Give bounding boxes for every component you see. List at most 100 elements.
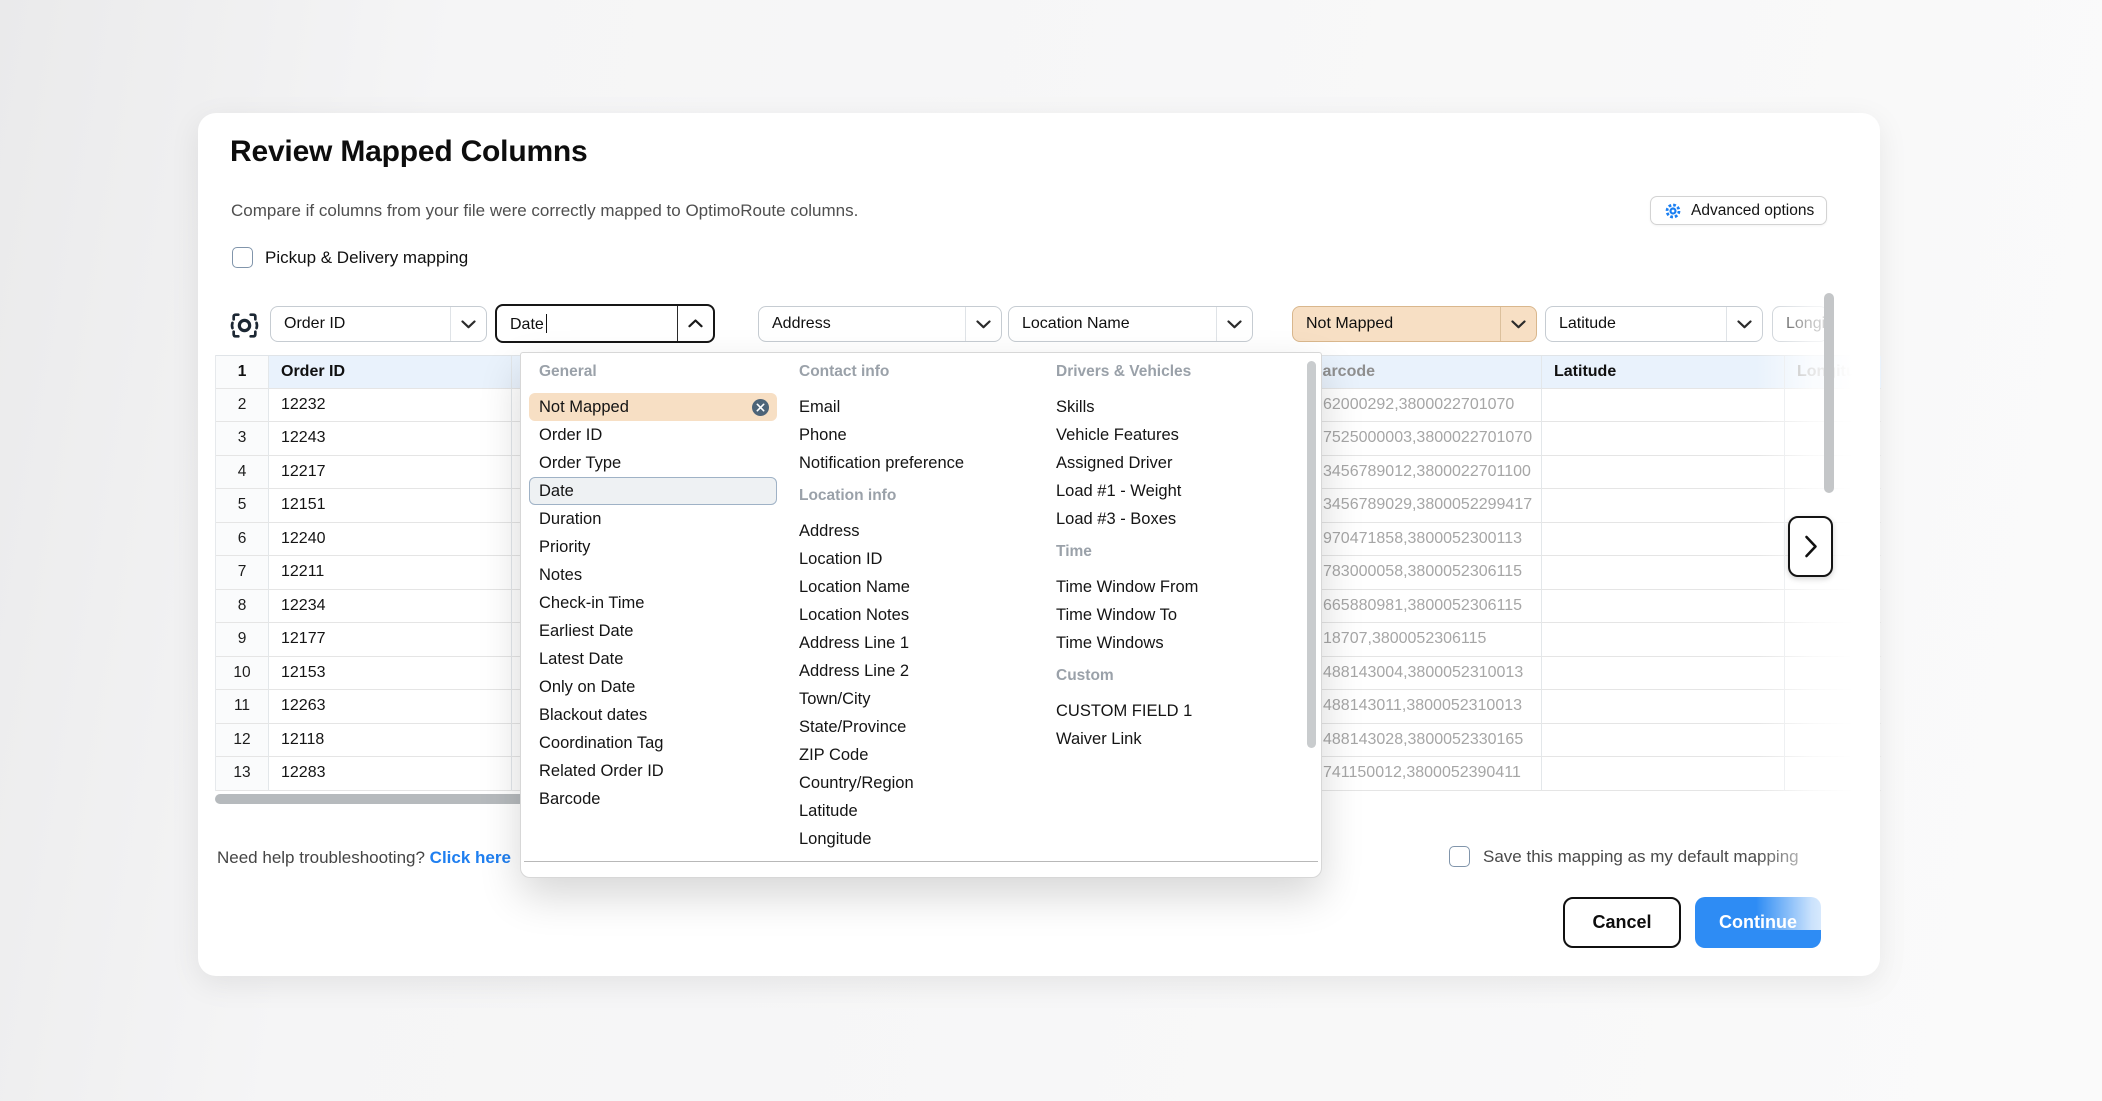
panel-bottom-divider [524,861,1318,862]
latitude-cell [1542,456,1785,490]
panel-option-label: Phone [799,426,847,445]
pickup-delivery-checkbox[interactable] [232,247,253,268]
panel-option-label: CUSTOM FIELD 1 [1056,702,1192,721]
barcode-header-cell: Barcode [1299,356,1542,389]
page-background: Review Mapped Columns Compare if columns… [0,0,2102,1101]
panel-option[interactable]: Address Line 2 [799,657,1045,685]
panel-option[interactable]: Date [529,477,777,505]
panel-option[interactable]: Only on Date [529,673,777,701]
chevron-down-icon [1727,320,1762,329]
panel-option[interactable]: Address [799,517,1045,545]
panel-option[interactable]: Location Notes [799,601,1045,629]
panel-option[interactable]: Location ID [799,545,1045,573]
panel-group-drivers: Drivers & Vehicles Skills Vehicle Featur… [1056,359,1311,533]
table-vertical-scrollbar-thumb[interactable] [1824,293,1834,493]
panel-option[interactable]: Time Windows [1056,629,1311,657]
panel-option[interactable]: Time Window To [1056,601,1311,629]
panel-group-header: Contact info [799,359,1045,385]
panel-group-general: General Not Mapped Order ID [529,359,777,813]
panel-option[interactable]: State/Province [799,713,1045,741]
panel-option[interactable]: Load #3 - Boxes [1056,505,1311,533]
column-select-order-id[interactable]: Order ID [270,306,487,342]
panel-option-label: Priority [539,538,590,557]
panel-option[interactable]: Waiver Link [1056,725,1311,753]
chevron-down-icon [1501,320,1536,329]
next-columns-button[interactable] [1788,516,1833,577]
panel-option[interactable]: Order ID [529,421,777,449]
panel-group-location: Location info Address Location ID Locati… [799,483,1045,853]
order-id-cell: 12240 [269,523,512,557]
panel-option-label: Blackout dates [539,706,647,725]
panel-option[interactable]: Order Type [529,449,777,477]
column-select-address[interactable]: Address [758,306,1002,342]
panel-option[interactable]: Barcode [529,785,777,813]
panel-option[interactable]: Coordination Tag [529,729,777,757]
order-id-cell: 12118 [269,724,512,758]
panel-option-label: Address [799,522,860,541]
panel-option[interactable]: Not Mapped [529,393,777,421]
mapping-options-dropdown: General Not Mapped Order ID [520,352,1322,878]
panel-option[interactable]: Check-in Time [529,589,777,617]
column-select-date-open[interactable]: Date [495,304,715,343]
panel-option[interactable]: Duration [529,505,777,533]
row-number-cell: 13 [216,757,269,791]
barcode-cell: 665880981,3800052306115 [1299,590,1542,624]
panel-option[interactable]: CUSTOM FIELD 1 [1056,697,1311,725]
panel-option[interactable]: Phone [799,421,1045,449]
help-link[interactable]: Click here [430,848,511,867]
gear-icon [1663,201,1683,221]
row-number-cell: 11 [216,690,269,724]
panel-option[interactable]: Time Window From [1056,573,1311,601]
panel-option[interactable]: Notification preference [799,449,1045,477]
panel-option[interactable]: Load #1 - Weight [1056,477,1311,505]
chevron-down-icon [966,320,1001,329]
panel-option-label: Address Line 2 [799,662,909,681]
cancel-button[interactable]: Cancel [1563,897,1681,948]
panel-option[interactable]: Vehicle Features [1056,421,1311,449]
panel-group-custom: Custom CUSTOM FIELD 1 Waiver Link [1056,663,1311,753]
advanced-options-button[interactable]: Advanced options [1650,196,1827,225]
panel-option-label: Skills [1056,398,1095,417]
panel-column-contact-location: Contact info Email Phone Notification pr… [799,353,1045,853]
panel-option[interactable]: Email [799,393,1045,421]
column-select-location-name[interactable]: Location Name [1008,306,1253,342]
select-value: Location Name [1022,315,1216,333]
barcode-cell: 488143004,3800052310013 [1299,657,1542,691]
order-id-cell: 12177 [269,623,512,657]
panel-option[interactable]: Earliest Date [529,617,777,645]
barcode-cell: 3456789029,3800052299417 [1299,489,1542,523]
panel-option[interactable]: Location Name [799,573,1045,601]
panel-option-label: Location Notes [799,606,909,625]
column-select-longitude-clipped[interactable]: Longitude [1772,306,1828,342]
panel-option[interactable]: Town/City [799,685,1045,713]
panel-option[interactable]: ZIP Code [799,741,1045,769]
chevron-down-icon [451,320,486,329]
latitude-cell [1542,556,1785,590]
column-select-not-mapped[interactable]: Not Mapped [1292,306,1537,342]
panel-option[interactable]: Assigned Driver [1056,449,1311,477]
remove-icon[interactable] [752,399,769,416]
order-id-header-cell: Order ID [269,356,512,389]
save-mapping-checkbox[interactable] [1449,846,1470,867]
column-select-latitude[interactable]: Latitude [1545,306,1763,342]
panel-option[interactable]: Country/Region [799,769,1045,797]
panel-option[interactable]: Skills [1056,393,1311,421]
panel-option[interactable]: Latest Date [529,645,777,673]
panel-option[interactable]: Notes [529,561,777,589]
panel-option[interactable]: Latitude [799,797,1045,825]
panel-option[interactable]: Related Order ID [529,757,777,785]
row-number-cell: 4 [216,456,269,490]
text-cursor [546,314,548,333]
barcode-cell: 62000292,3800022701070 [1299,389,1542,423]
panel-option-label: Vehicle Features [1056,426,1179,445]
order-id-cell: 12283 [269,757,512,791]
panel-scrollbar-thumb[interactable] [1307,361,1316,748]
barcode-cell: 783000058,3800052306115 [1299,556,1542,590]
panel-option[interactable]: Priority [529,533,777,561]
latitude-cell [1542,590,1785,624]
continue-button[interactable]: Continue [1695,897,1821,948]
panel-column-drivers-time-custom: Drivers & Vehicles Skills Vehicle Featur… [1056,353,1311,753]
panel-option[interactable]: Blackout dates [529,701,777,729]
panel-option[interactable]: Address Line 1 [799,629,1045,657]
panel-option[interactable]: Longitude [799,825,1045,853]
